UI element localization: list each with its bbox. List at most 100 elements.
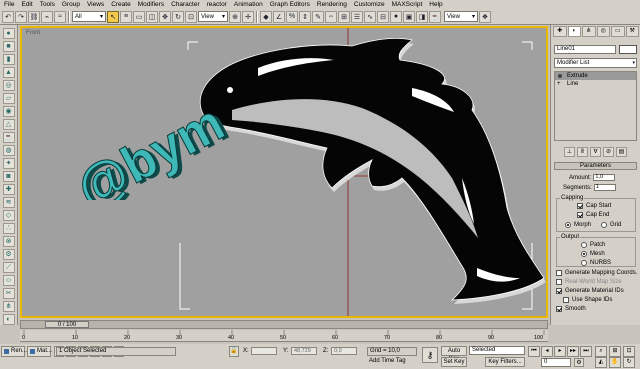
- key-icon[interactable]: ⚷: [422, 347, 438, 363]
- menu-animation[interactable]: Animation: [234, 1, 263, 8]
- checkbox-unchecked[interactable]: [563, 297, 569, 303]
- front-viewport[interactable]: Front @bym @bym: [20, 26, 548, 318]
- modifier-icon[interactable]: ✂: [2, 288, 15, 299]
- remove-modifier-icon[interactable]: ⊘: [603, 147, 614, 157]
- bones-icon[interactable]: ⟋: [2, 262, 15, 273]
- show-end-result-icon[interactable]: Ⅱ: [577, 147, 588, 157]
- add-time-tag[interactable]: Add Time Tag: [367, 358, 417, 367]
- menu-edit[interactable]: Edit: [21, 1, 32, 8]
- helper-icon[interactable]: ✚: [2, 184, 15, 195]
- smooth-checkbox[interactable]: Smooth: [556, 306, 586, 312]
- menu-views[interactable]: Views: [87, 1, 104, 8]
- stack-item-extrude[interactable]: Extrude: [555, 72, 636, 80]
- stack-item-line[interactable]: + Line: [555, 80, 636, 88]
- cap-end-checkbox[interactable]: Cap End: [577, 212, 609, 218]
- angle-snap-icon[interactable]: ∠: [273, 10, 285, 23]
- set-key-button[interactable]: Set Key: [441, 357, 467, 367]
- checkbox-checked[interactable]: [556, 306, 562, 312]
- tab-modify-icon[interactable]: ◐: [567, 26, 581, 37]
- systems-icon[interactable]: ⚙: [2, 249, 15, 260]
- radio-selected[interactable]: [581, 251, 587, 257]
- make-unique-icon[interactable]: ∀: [590, 147, 601, 157]
- nurbs-radio[interactable]: NURBS: [581, 260, 611, 266]
- pivot-center-icon[interactable]: ⊕: [229, 10, 241, 23]
- undo-icon[interactable]: ↶: [2, 10, 14, 23]
- cap-start-checkbox[interactable]: Cap Start: [577, 203, 611, 209]
- modifier-list-dropdown[interactable]: Modifier List ▾: [554, 58, 637, 68]
- redo-icon[interactable]: ↷: [15, 10, 27, 23]
- camera-icon[interactable]: ◙: [2, 171, 15, 182]
- real-world-map-checkbox[interactable]: Real-World Map Size: [556, 279, 622, 285]
- menu-create[interactable]: Create: [111, 1, 131, 8]
- mirror-icon[interactable]: ⇔: [325, 10, 337, 23]
- next-frame-icon[interactable]: ▸▸: [567, 346, 579, 357]
- lock-icon[interactable]: 🔒: [229, 346, 239, 357]
- y-coord-field[interactable]: 48,729: [291, 347, 317, 355]
- use-shape-ids-checkbox[interactable]: Use Shape IDs: [563, 297, 612, 303]
- hierarchy-icon[interactable]: ⋔: [2, 301, 15, 312]
- sphere-icon[interactable]: ●: [2, 28, 15, 39]
- menu-graph-editors[interactable]: Graph Editors: [270, 1, 310, 8]
- unlink-icon[interactable]: ⌁: [41, 10, 53, 23]
- schematic-view-icon[interactable]: ⊟: [377, 10, 389, 23]
- align-icon[interactable]: ⊞: [338, 10, 350, 23]
- menu-customize[interactable]: Customize: [354, 1, 385, 8]
- zoom-all-icon[interactable]: ⊞: [609, 346, 621, 357]
- material-editor-icon[interactable]: ●: [390, 10, 402, 23]
- render-icon[interactable]: ❖: [479, 10, 491, 23]
- rectangle-selection-icon[interactable]: ▭: [133, 10, 145, 23]
- reference-coord-dropdown[interactable]: View ▾: [198, 11, 228, 22]
- play-icon[interactable]: ▸: [554, 346, 566, 357]
- x-coord-field[interactable]: [251, 347, 277, 355]
- quick-render-icon[interactable]: ☕: [429, 10, 441, 23]
- generate-material-ids-checkbox[interactable]: Generate Material IDs: [556, 288, 624, 294]
- menu-group[interactable]: Group: [62, 1, 80, 8]
- expand-plus-icon[interactable]: +: [557, 80, 561, 88]
- select-rotate-icon[interactable]: ↻: [172, 10, 184, 23]
- window-crossing-icon[interactable]: ◫: [146, 10, 158, 23]
- teapot-icon[interactable]: ☕: [2, 132, 15, 143]
- particles-icon[interactable]: ∴: [2, 223, 15, 234]
- render-setup-icon[interactable]: ▣: [403, 10, 415, 23]
- select-link-icon[interactable]: ⛓: [28, 10, 40, 23]
- select-scale-icon[interactable]: ⊡: [185, 10, 197, 23]
- torus-icon[interactable]: ◎: [2, 80, 15, 91]
- time-config-icon[interactable]: ⚙: [574, 358, 584, 367]
- zoom-icon[interactable]: ⌕: [595, 346, 607, 357]
- checkbox-unchecked[interactable]: [556, 270, 562, 276]
- menu-tools[interactable]: Tools: [40, 1, 55, 8]
- biped-icon[interactable]: ☺: [2, 275, 15, 286]
- menu-character[interactable]: Character: [171, 1, 200, 8]
- cylinder-icon[interactable]: ▮: [2, 54, 15, 65]
- key-mode-dropdown[interactable]: Selected: [469, 346, 525, 355]
- select-move-icon[interactable]: ✥: [159, 10, 171, 23]
- grid-radio[interactable]: Grid: [601, 222, 621, 228]
- checkbox-checked[interactable]: [556, 288, 562, 294]
- curve-editor-icon[interactable]: ∿: [364, 10, 376, 23]
- tab-display-icon[interactable]: ▭: [611, 26, 625, 37]
- tube-icon[interactable]: ◉: [2, 106, 15, 117]
- cone-icon[interactable]: ▲: [2, 67, 15, 78]
- spinner-snap-icon[interactable]: ⇕: [299, 10, 311, 23]
- radio-selected[interactable]: [565, 222, 571, 228]
- tab-utilities-icon[interactable]: ⚒: [625, 26, 639, 37]
- spacewarp-icon[interactable]: ≋: [2, 197, 15, 208]
- pyramid-icon[interactable]: △: [2, 119, 15, 130]
- radio-unselected[interactable]: [581, 260, 587, 266]
- segments-spinner[interactable]: 1: [593, 184, 616, 191]
- pin-stack-icon[interactable]: ⊥: [564, 147, 575, 157]
- object-color-swatch[interactable]: [619, 45, 637, 54]
- menu-file[interactable]: File: [4, 1, 14, 8]
- manipulate-icon[interactable]: ✛: [242, 10, 254, 23]
- compound-icon[interactable]: ⊗: [2, 236, 15, 247]
- geosphere-icon[interactable]: ◍: [2, 145, 15, 156]
- taskbar-render-button[interactable]: Ren...: [1, 346, 27, 357]
- morph-radio[interactable]: Morph: [565, 222, 591, 228]
- amount-spinner[interactable]: 1,0: [593, 174, 616, 181]
- taskbar-material-button[interactable]: Mat...: [27, 346, 52, 357]
- menu-help[interactable]: Help: [429, 1, 442, 8]
- z-coord-field[interactable]: 0,0: [331, 347, 357, 355]
- light-icon[interactable]: ✦: [2, 158, 15, 169]
- menu-maxscript[interactable]: MAXScript: [392, 1, 423, 8]
- named-selection-dropdown[interactable]: View ▾: [444, 11, 478, 22]
